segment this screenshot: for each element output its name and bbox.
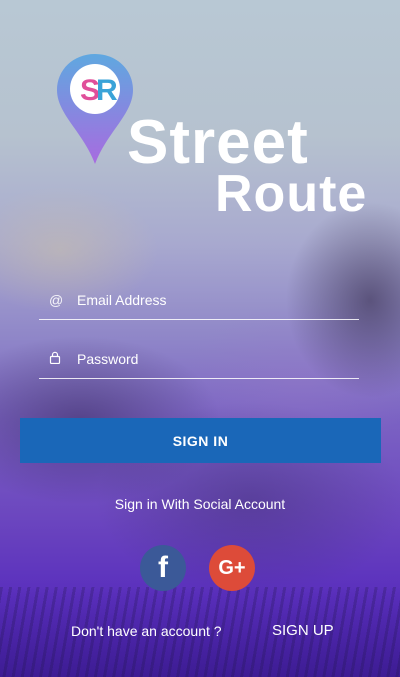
at-icon: @	[49, 291, 64, 308]
facebook-icon: f	[158, 551, 168, 584]
sign-in-button[interactable]: SIGN IN	[20, 418, 381, 463]
email-field[interactable]: @	[39, 280, 359, 320]
no-account-text: Don't have an account ?	[71, 623, 222, 639]
google-plus-login-button[interactable]: G+	[209, 545, 255, 591]
lock-icon	[39, 351, 65, 367]
location-pin-icon: S R	[57, 54, 133, 164]
sign-up-link[interactable]: SIGN UP	[272, 622, 334, 639]
password-field[interactable]	[39, 339, 359, 379]
brand-line-route: Route	[215, 165, 368, 223]
google-plus-icon: G+	[218, 556, 246, 579]
password-input[interactable]	[65, 350, 359, 367]
logo-letter-r: R	[96, 74, 118, 107]
brand-name: Street Route	[127, 112, 368, 223]
facebook-login-button[interactable]: f	[140, 545, 186, 591]
app-logo: S R Street Route	[55, 52, 366, 222]
social-signin-label: Sign in With Social Account	[114, 496, 286, 512]
email-input[interactable]	[65, 291, 359, 308]
